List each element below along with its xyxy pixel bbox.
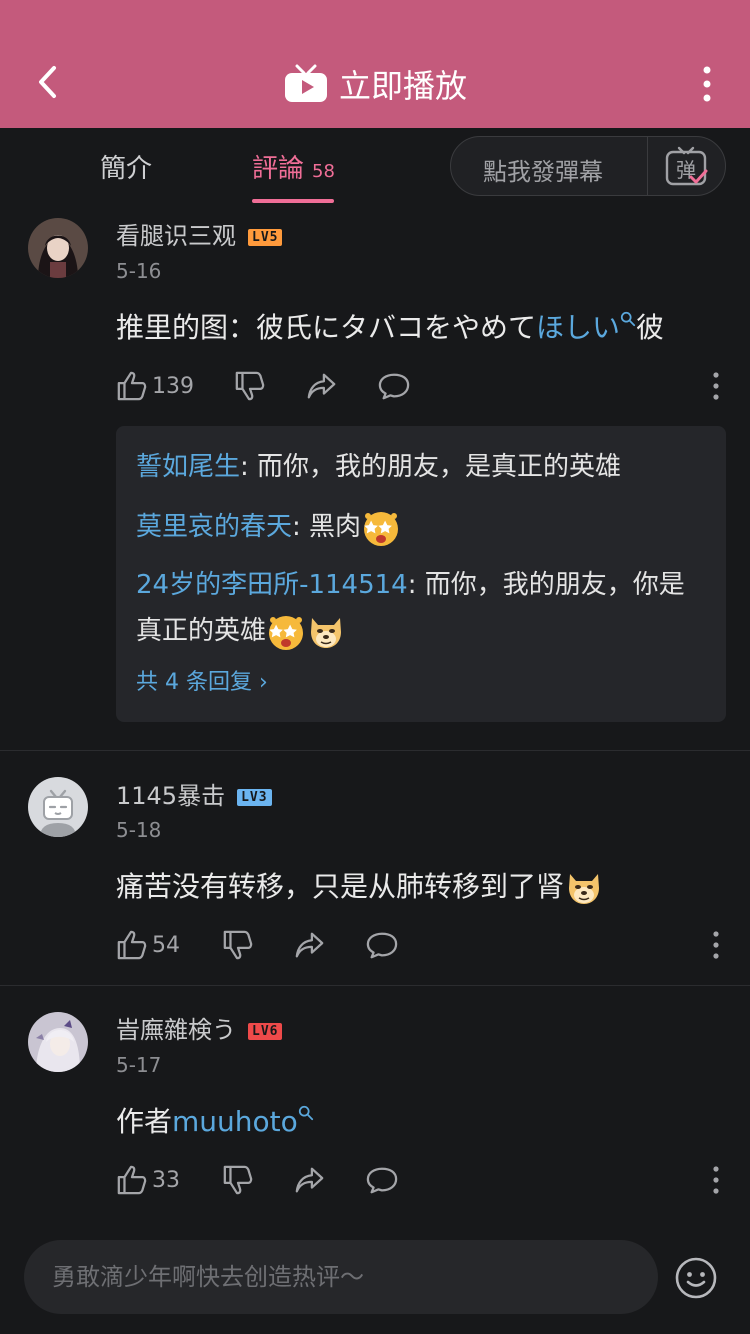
share-icon [294,929,326,961]
level-badge: LV5 [248,228,283,246]
search-keyword-text: muuhoto [172,1105,298,1138]
reply-item[interactable]: 誓如尾生: 而你，我的朋友，是真正的英雄 [136,444,706,490]
comment-date: 5-17 [116,1053,162,1077]
reply-button[interactable] [366,1160,398,1200]
like-button[interactable]: 33 [116,1160,180,1200]
play-now-button[interactable]: 立即播放 [0,56,750,112]
send-danmaku-button[interactable]: 點我發彈幕 弹 [450,136,726,196]
avatar[interactable] [28,218,88,278]
reply-username[interactable]: 24岁的李田所-114514 [136,570,408,600]
more-options-icon[interactable] [692,62,722,106]
reply-button[interactable] [378,366,410,406]
tab-comments[interactable]: 評論 58 [252,148,335,185]
danmaku-toggle-icon[interactable]: 弹 [665,146,709,188]
like-count: 139 [152,373,194,399]
share-button[interactable] [294,925,326,965]
page-title: 立即播放 [338,67,467,105]
like-button[interactable]: 139 [116,366,194,406]
search-keyword-text: ほしい [536,311,621,344]
thumbs-up-icon [116,370,148,402]
avatar[interactable] [28,777,88,837]
username-text: 峕廡雜検う [116,1016,236,1044]
dislike-button[interactable] [234,366,266,406]
comment-actions: 33 [116,1160,726,1200]
comment-text-plain: 作者 [116,1105,173,1138]
reply-username[interactable]: 誓如尾生 [136,452,240,482]
user-avatar-image [28,218,88,278]
reply-item[interactable]: 莫里哀的春天: 黑肉 [136,504,706,550]
comment-text: 痛苦没有转移，只是从肺转移到了肾 [116,865,604,908]
reply-item[interactable]: 24岁的李田所-114514: 而你，我的朋友，你是真正的英雄 [136,562,706,654]
share-button[interactable] [306,366,338,406]
like-button[interactable]: 54 [116,925,180,965]
starry-eyes-emoji [361,508,401,548]
comment-text-plain: 痛苦没有转移，只是从肺转移到了肾 [116,870,565,903]
username[interactable]: 峕廡雜検う LV6 [116,1010,283,1045]
chat-bubble-icon [366,929,398,961]
level-badge: LV6 [248,1022,283,1040]
username-text: 看腿识三观 [116,222,236,250]
tab-intro[interactable]: 簡介 [100,148,152,185]
active-tab-indicator [252,199,334,203]
reply-thread: 誓如尾生: 而你，我的朋友，是真正的英雄 莫里哀的春天: 黑肉 24岁的李田所-… [116,426,726,722]
more-vertical-icon[interactable] [706,370,726,402]
search-keyword-link[interactable]: muuhoto [172,1105,314,1138]
view-more-replies-link[interactable]: 共 4 条回复 › [136,664,268,696]
thumbs-up-icon [116,929,148,961]
danmaku-divider [647,137,648,195]
tab-comments-label: 評論 [252,154,305,184]
comment-divider [0,985,750,986]
dislike-button[interactable] [222,1160,254,1200]
comment-divider [0,750,750,751]
comment-input[interactable] [24,1240,658,1314]
thumbs-down-icon [222,929,254,961]
top-bar: 立即播放 [0,0,750,128]
doge-emoji [564,868,604,908]
dislike-button[interactable] [222,925,254,965]
comment-text: 推里的图：彼氏にタバコをやめてほしい彼 [116,306,664,346]
level-badge: LV3 [237,788,272,806]
comment-text-plain: 推里的图：彼氏にタバコをやめて [116,311,537,344]
danmaku-placeholder: 點我發彈幕 [483,158,603,186]
default-avatar-image [28,777,88,837]
starry-eyes-emoji [266,612,306,652]
user-avatar-image [28,1012,88,1072]
share-button[interactable] [294,1160,326,1200]
reply-text: : 而你，我的朋友，是真正的英雄 [240,452,622,482]
username[interactable]: 1145暴击 LV3 [116,776,272,811]
comment-date: 5-16 [116,259,162,283]
comment-date: 5-18 [116,818,162,842]
reply-button[interactable] [366,925,398,965]
doge-emoji [306,612,346,652]
reply-username[interactable]: 莫里哀的春天 [136,512,292,542]
like-count: 54 [152,932,180,958]
share-icon [306,370,338,402]
more-vertical-icon[interactable] [706,1164,726,1196]
comment-text: 作者muuhoto [116,1100,314,1140]
chat-bubble-icon [378,370,410,402]
reply-text: : 黑肉 [292,512,362,542]
avatar[interactable] [28,1012,88,1072]
emoji-picker-icon[interactable] [674,1256,718,1300]
thumbs-up-icon [116,1164,148,1196]
search-keyword-link[interactable]: ほしい [536,311,636,344]
comment-count-badge: 58 [312,161,335,182]
username-text: 1145暴击 [116,782,226,810]
tab-bar: 簡介 評論 58 點我發彈幕 弹 [0,128,750,208]
thumbs-down-icon [234,370,266,402]
thumbs-down-icon [222,1164,254,1196]
share-icon [294,1164,326,1196]
search-icon [298,1105,314,1121]
more-vertical-icon[interactable] [706,929,726,961]
like-count: 33 [152,1167,180,1193]
chat-bubble-icon [366,1164,398,1196]
comment-actions: 54 [116,925,726,965]
comment-text-after: 彼 [636,311,665,344]
compose-bar [0,1222,750,1334]
tv-play-icon [284,64,327,102]
search-icon [620,311,636,327]
username[interactable]: 看腿识三观 LV5 [116,216,283,251]
comment-actions: 139 [116,366,726,406]
